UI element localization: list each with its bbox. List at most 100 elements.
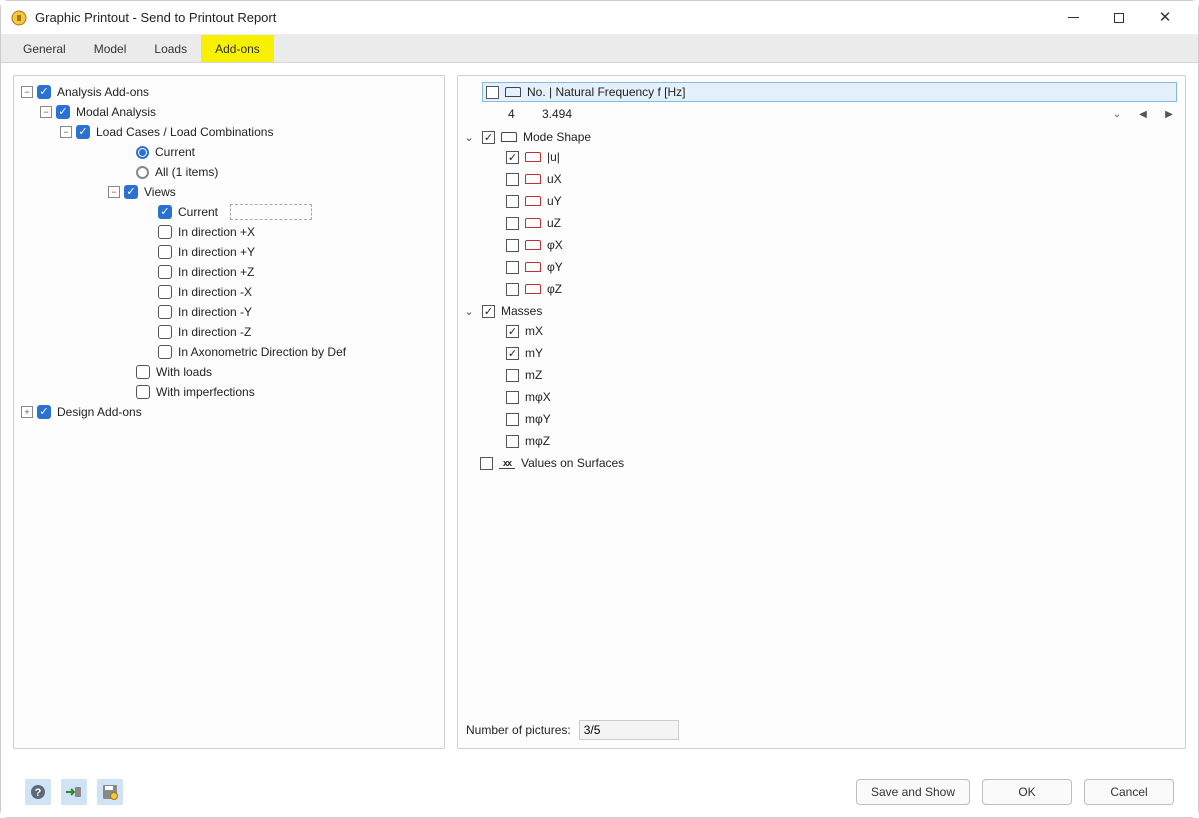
mode-shape-item-u-abs[interactable]: |u| bbox=[506, 146, 1185, 168]
checkbox-view-plus-x[interactable] bbox=[158, 225, 172, 239]
masses-item-my[interactable]: mY bbox=[506, 342, 1185, 364]
ms-label-phiy: φY bbox=[547, 260, 563, 274]
checkbox-values-on-surfaces[interactable] bbox=[480, 457, 493, 470]
checkbox-view-minus-x[interactable] bbox=[158, 285, 172, 299]
chevron-mode-shape[interactable]: ⌄ bbox=[462, 131, 476, 144]
tree-view-axonometric[interactable]: In Axonometric Direction by Def bbox=[18, 342, 440, 362]
checkbox-ms-uy[interactable] bbox=[506, 195, 519, 208]
tree-radio-current[interactable]: Current bbox=[18, 142, 440, 162]
checkbox-with-imperfections[interactable] bbox=[136, 385, 150, 399]
tree-view-plus-z[interactable]: In direction +Z bbox=[18, 262, 440, 282]
tree-view-plus-y[interactable]: In direction +Y bbox=[18, 242, 440, 262]
checkbox-design-addons[interactable] bbox=[37, 405, 51, 419]
number-of-pictures-label: Number of pictures: bbox=[466, 723, 571, 737]
mode-shape-item-uz[interactable]: uZ bbox=[506, 212, 1185, 234]
tree-view-minus-z[interactable]: In direction -Z bbox=[18, 322, 440, 342]
tab-loads[interactable]: Loads bbox=[140, 35, 201, 62]
mode-shape-item-phiz[interactable]: φZ bbox=[506, 278, 1185, 300]
tree-load-cases[interactable]: − Load Cases / Load Combinations bbox=[18, 122, 440, 142]
checkbox-ms-ux[interactable] bbox=[506, 173, 519, 186]
number-of-pictures-input[interactable] bbox=[579, 720, 679, 740]
label-views: Views bbox=[144, 185, 176, 199]
mode-shape-group-header[interactable]: ⌄ Mode Shape bbox=[458, 128, 1185, 146]
checkbox-mode-shape[interactable] bbox=[482, 131, 495, 144]
expander-design[interactable]: + bbox=[21, 406, 33, 418]
save-and-show-button[interactable]: Save and Show bbox=[856, 779, 970, 805]
tree-with-loads[interactable]: With loads bbox=[18, 362, 440, 382]
expander-modal[interactable]: − bbox=[40, 106, 52, 118]
mode-shape-item-uy[interactable]: uY bbox=[506, 190, 1185, 212]
tree-views[interactable]: − Views bbox=[18, 182, 440, 202]
maximize-button[interactable] bbox=[1096, 3, 1142, 33]
checkbox-masses[interactable] bbox=[482, 305, 495, 318]
tree-radio-all[interactable]: All (1 items) bbox=[18, 162, 440, 182]
mode-shape-item-phiy[interactable]: φY bbox=[506, 256, 1185, 278]
checkbox-modal-analysis[interactable] bbox=[56, 105, 70, 119]
checkbox-ms-phiz[interactable] bbox=[506, 283, 519, 296]
masses-item-mphiz[interactable]: mφZ bbox=[506, 430, 1185, 452]
mode-shape-item-ux[interactable]: uX bbox=[506, 168, 1185, 190]
tree-analysis-addons[interactable]: − Analysis Add-ons bbox=[18, 82, 440, 102]
tab-addons[interactable]: Add-ons bbox=[201, 35, 274, 62]
ms-label-uz: uZ bbox=[547, 216, 561, 230]
masses-item-mphiy[interactable]: mφY bbox=[506, 408, 1185, 430]
checkbox-masses-mphiy[interactable] bbox=[506, 413, 519, 426]
label-view-minus-y: In direction -Y bbox=[178, 305, 252, 319]
frequency-next-button[interactable]: ▶ bbox=[1161, 106, 1177, 122]
tab-model[interactable]: Model bbox=[80, 35, 141, 62]
tab-general[interactable]: General bbox=[9, 35, 80, 62]
checkbox-load-cases[interactable] bbox=[76, 125, 90, 139]
tree-design-addons[interactable]: + Design Add-ons bbox=[18, 402, 440, 422]
transfer-button[interactable] bbox=[61, 779, 87, 805]
help-button[interactable]: ? bbox=[25, 779, 51, 805]
checkbox-views[interactable] bbox=[124, 185, 138, 199]
checkbox-masses-mphiz[interactable] bbox=[506, 435, 519, 448]
tree-view-plus-x[interactable]: In direction +X bbox=[18, 222, 440, 242]
checkbox-masses-my[interactable] bbox=[506, 347, 519, 360]
checkbox-masses-mx[interactable] bbox=[506, 325, 519, 338]
expander-loadcases[interactable]: − bbox=[60, 126, 72, 138]
checkbox-view-minus-y[interactable] bbox=[158, 305, 172, 319]
close-button[interactable]: ✕ bbox=[1142, 3, 1188, 33]
radio-all[interactable] bbox=[136, 166, 149, 179]
tree-view-current[interactable]: Current bbox=[18, 202, 440, 222]
checkbox-view-current[interactable] bbox=[158, 205, 172, 219]
tree-view-minus-x[interactable]: In direction -X bbox=[18, 282, 440, 302]
label-modal-analysis: Modal Analysis bbox=[76, 105, 156, 119]
checkbox-view-plus-y[interactable] bbox=[158, 245, 172, 259]
masses-item-mx[interactable]: mX bbox=[506, 320, 1185, 342]
masses-group-header[interactable]: ⌄ Masses bbox=[458, 302, 1185, 320]
checkbox-ms-phiy[interactable] bbox=[506, 261, 519, 274]
expander-analysis[interactable]: − bbox=[21, 86, 33, 98]
frequency-nav-row: 4 3.494 ⌄ ◀ ▶ bbox=[508, 102, 1177, 126]
checkbox-with-loads[interactable] bbox=[136, 365, 150, 379]
checkbox-ms-phix[interactable] bbox=[506, 239, 519, 252]
ok-button[interactable]: OK bbox=[982, 779, 1072, 805]
minimize-button[interactable] bbox=[1050, 3, 1096, 33]
tree-modal-analysis[interactable]: − Modal Analysis bbox=[18, 102, 440, 122]
values-on-surfaces-row[interactable]: xx Values on Surfaces bbox=[458, 452, 1185, 474]
checkbox-view-axonometric[interactable] bbox=[158, 345, 172, 359]
ms-item-icon bbox=[525, 238, 541, 252]
checkbox-natural-frequency[interactable] bbox=[486, 86, 499, 99]
save-template-button[interactable] bbox=[97, 779, 123, 805]
mode-shape-item-phix[interactable]: φX bbox=[506, 234, 1185, 256]
tree-with-imperfections[interactable]: With imperfections bbox=[18, 382, 440, 402]
cancel-button[interactable]: Cancel bbox=[1084, 779, 1174, 805]
checkbox-analysis-addons[interactable] bbox=[37, 85, 51, 99]
checkbox-masses-mz[interactable] bbox=[506, 369, 519, 382]
frequency-dropdown-button[interactable]: ⌄ bbox=[1109, 106, 1125, 122]
chevron-masses[interactable]: ⌄ bbox=[462, 305, 476, 318]
expander-views[interactable]: − bbox=[108, 186, 120, 198]
checkbox-view-plus-z[interactable] bbox=[158, 265, 172, 279]
checkbox-view-minus-z[interactable] bbox=[158, 325, 172, 339]
masses-item-mz[interactable]: mZ bbox=[506, 364, 1185, 386]
checkbox-masses-mphix[interactable] bbox=[506, 391, 519, 404]
tree-view-minus-y[interactable]: In direction -Y bbox=[18, 302, 440, 322]
radio-current[interactable] bbox=[136, 146, 149, 159]
frequency-prev-button[interactable]: ◀ bbox=[1135, 106, 1151, 122]
masses-item-mphix[interactable]: mφX bbox=[506, 386, 1185, 408]
checkbox-ms-uz[interactable] bbox=[506, 217, 519, 230]
window-controls: ✕ bbox=[1050, 3, 1188, 33]
checkbox-ms-u-abs[interactable] bbox=[506, 151, 519, 164]
